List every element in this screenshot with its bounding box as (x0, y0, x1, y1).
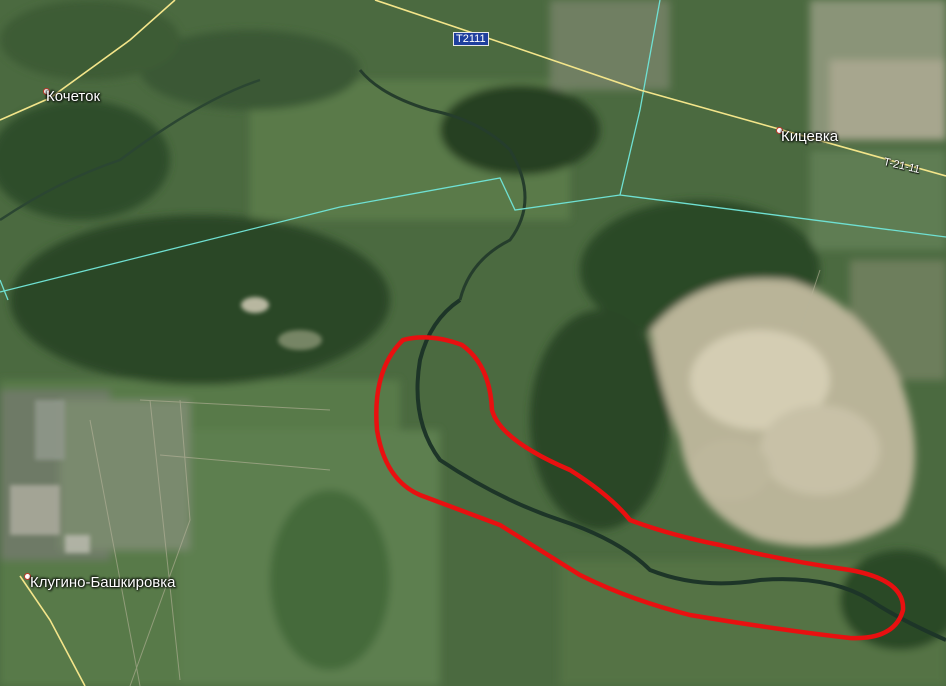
place-label-kitsevka[interactable]: Кицевка (781, 128, 838, 145)
satellite-map[interactable]: T2111 T-21-11 Кочеток Кицевка Клугино-Ба… (0, 0, 946, 686)
place-label-kochetok[interactable]: Кочеток (46, 88, 100, 105)
place-label-klugino[interactable]: Клугино-Башкировка (30, 574, 176, 591)
road-shield: T2111 (453, 32, 489, 46)
